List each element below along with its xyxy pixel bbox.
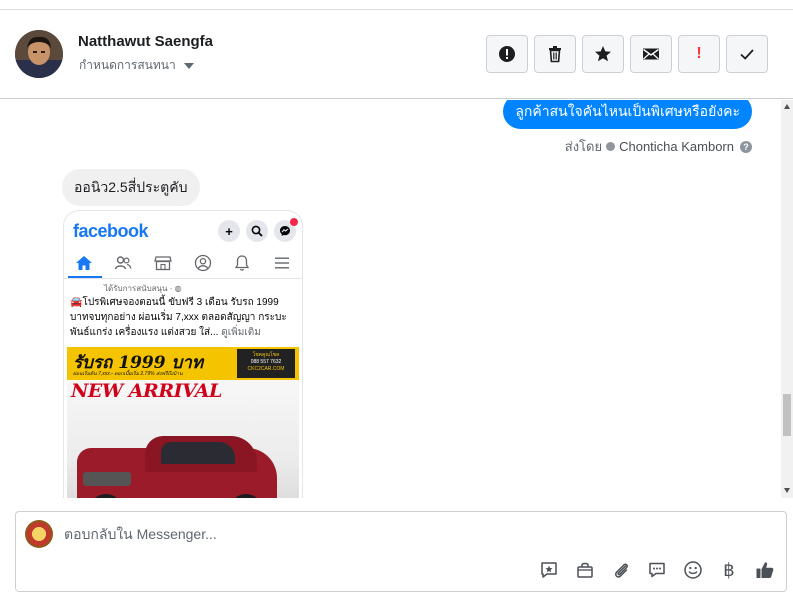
active-tab-indicator [68, 276, 102, 278]
emoji-button[interactable] [682, 559, 704, 581]
like-icon [756, 562, 774, 578]
agent-icon [606, 142, 616, 151]
follow-up-button[interactable]: ! [678, 35, 720, 73]
marketplace-icon [153, 254, 173, 272]
incoming-message-bubble: ออนิว2.5สี่ประตูคับ [62, 169, 200, 206]
follow-up-icon: ! [696, 45, 702, 62]
friends-icon [113, 254, 133, 272]
saved-reply-icon [541, 562, 557, 578]
delete-button[interactable] [534, 35, 576, 73]
home-icon [74, 254, 94, 272]
quick-message-button[interactable] [646, 559, 668, 581]
conversation-header: Natthawut Saengfa กำหนดการสนทนา ! [0, 10, 793, 99]
chat-bubble-icon [649, 562, 665, 578]
sent-by-info: ส่งโดย Chonticha Kamborn ? [565, 136, 752, 157]
mark-done-button[interactable] [726, 35, 768, 73]
payment-button[interactable]: ฿ [718, 559, 740, 581]
search-icon [246, 220, 268, 242]
dealer-logo: โชคคูณโชค 088 557 7632 CKC2CAR.COM [237, 349, 295, 378]
shopping-bag-icon [577, 562, 593, 578]
check-icon [740, 49, 754, 60]
message-thread: ลูกค้าสนใจคันไหนเป็นพิเศษหรือยังคะ ส่งโด… [0, 100, 793, 498]
thread-scrollbar[interactable] [781, 100, 793, 498]
messenger-icon [274, 218, 298, 242]
help-icon[interactable]: ? [740, 140, 752, 153]
menu-icon [272, 254, 292, 272]
reply-input[interactable] [64, 524, 664, 544]
attach-file-button[interactable] [610, 559, 632, 581]
banner-subtext: ผ่อนเริ่มต้น 7,xxx.- ดอกเบี้ยเริ่ม 2.79%… [73, 371, 183, 377]
bell-icon [232, 254, 252, 272]
assign-conversation-dropdown[interactable]: กำหนดการสนทนา [79, 56, 194, 75]
fb-top-icons: + [218, 218, 298, 242]
mark-unread-button[interactable] [630, 35, 672, 73]
fb-top-bar: facebook + [64, 211, 302, 247]
attachment-icon [614, 563, 628, 578]
star-button[interactable] [582, 35, 624, 73]
reply-composer: ฿ [15, 511, 787, 592]
notification-badge [290, 218, 298, 226]
ad-truck-photo: NEW ARRIVAL [67, 380, 299, 498]
envelope-icon [643, 48, 659, 60]
mark-spam-button[interactable] [486, 35, 528, 73]
fb-nav-bar [64, 247, 302, 279]
trash-icon [549, 46, 561, 63]
ad-banner: รับรถ 1999 บาท ผ่อนเริ่มต้น 7,xxx.- ดอกเ… [67, 347, 299, 380]
sponsored-label: ได้รับการสนับสนุน · ◍ [104, 284, 182, 293]
outgoing-message-bubble: ลูกค้าสนใจคันไหนเป็นพิเศษหรือยังคะ [503, 100, 752, 129]
star-icon [595, 46, 611, 62]
truck-window [161, 442, 235, 464]
like-button[interactable] [754, 559, 776, 581]
contact-avatar[interactable] [15, 30, 63, 78]
agent-name: Chonticha Kamborn [619, 139, 734, 154]
sent-by-prefix: ส่งโดย [564, 139, 603, 154]
mark-spam-icon [499, 46, 515, 62]
truck-grille [83, 472, 131, 486]
emoji-icon [684, 561, 702, 579]
window-top-border [0, 0, 793, 10]
scroll-up-arrow-icon[interactable] [784, 104, 790, 109]
caret-down-icon [183, 62, 194, 69]
baht-icon: ฿ [723, 559, 735, 580]
globe-icon: ◍ [174, 284, 182, 293]
scroll-down-arrow-icon[interactable] [784, 488, 790, 493]
new-arrival-text: NEW ARRIVAL [71, 380, 222, 402]
shop-button[interactable] [574, 559, 596, 581]
composer-tools: ฿ [538, 559, 776, 581]
conversation-actions: ! [486, 35, 768, 73]
profile-icon [193, 254, 213, 272]
ad-post-text: 🚘โปรพิเศษจองตอนนี้ ขับฟรี 3 เดือน รับรถ … [70, 297, 287, 338]
assign-label: กำหนดการสนทนา [79, 58, 176, 72]
saved-reply-button[interactable] [538, 559, 560, 581]
see-more-link: ดูเพิ่มเติม [221, 327, 261, 338]
contact-name[interactable]: Natthawut Saengfa [78, 33, 213, 50]
plus-icon: + [218, 220, 240, 242]
shared-screenshot-image[interactable]: facebook + ได้รับการสนับสนุน · ◍ 🚘โปรพิเ… [63, 210, 303, 498]
page-avatar [25, 520, 53, 548]
scrollbar-thumb[interactable] [783, 394, 791, 436]
fb-logo: facebook [73, 221, 149, 241]
